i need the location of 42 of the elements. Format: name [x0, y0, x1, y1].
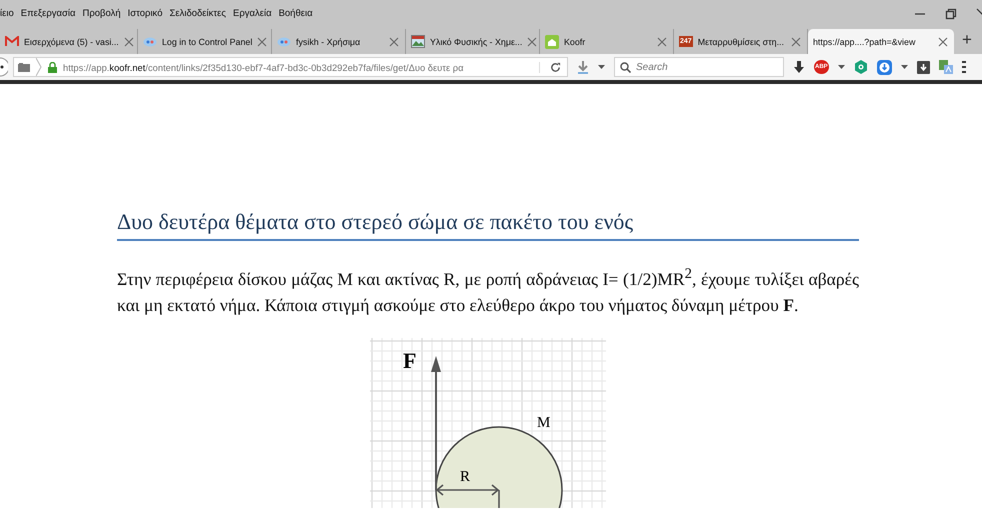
house-icon	[545, 34, 559, 48]
menu-item[interactable]: Εργαλεία	[232, 8, 272, 19]
mail-icon	[5, 36, 19, 47]
close-icon[interactable]	[257, 36, 268, 46]
search-field[interactable]: Search	[614, 57, 784, 77]
dropdown-icon[interactable]	[838, 65, 845, 69]
picture-icon	[411, 35, 425, 48]
bubble-icon	[143, 36, 157, 46]
chevron-icon	[36, 58, 42, 76]
bubble-icon	[277, 36, 291, 46]
translate-icon[interactable]	[938, 60, 953, 74]
eye-icon[interactable]	[854, 60, 868, 74]
address-bar[interactable]: https://app.koofr.net/content/links/2f35d130-ebf7-4af7-bd3c-0b3d292eb7fa/files/get/Δυο δευτε ρα	[13, 57, 568, 77]
download-icon[interactable]	[793, 60, 805, 74]
menu-item[interactable]: Βοήθεια	[278, 8, 313, 19]
reload-icon[interactable]	[539, 62, 561, 72]
menu-item[interactable]: Ιστορικό	[128, 8, 162, 19]
close-icon[interactable]	[527, 36, 538, 46]
disk-diagram-drawing: F M R	[370, 338, 606, 508]
close-icon[interactable]	[657, 36, 667, 46]
close-icon[interactable]	[938, 36, 948, 46]
menu-item[interactable]: ίειο	[0, 8, 14, 19]
restore-icon[interactable]	[945, 8, 957, 20]
close-icon[interactable]	[791, 36, 801, 46]
close-icon[interactable]	[389, 36, 399, 46]
dropdown-icon[interactable]	[598, 65, 605, 69]
menu-icon[interactable]	[962, 61, 966, 73]
paragraph: Στην περιφέρεια δίσκου μάζας Μ και ακτίνας R, με ροπή αδράνειας I= (1/2)MR$^{2}$, έχουμε τυλίξει αβαρές και μη εκτατό νήμα. Κάποια στιγμή ασκούμε στο ελεύθερο άκρο του νήματος δύναμη μέτρου F.	[117, 265, 859, 317]
menu-item[interactable]: Σελιδοδείκτες	[169, 8, 226, 19]
browser-tab[interactable]: https://app....?path=&view	[808, 29, 954, 54]
menu-item[interactable]: Επεξεργασία	[20, 8, 76, 19]
library-icon	[18, 62, 30, 72]
download-icon[interactable]	[916, 60, 930, 74]
back-icon[interactable]	[0, 57, 8, 77]
dropdown-icon[interactable]	[900, 65, 908, 69]
page-heading: Δυο δευτέρα θέματα στο στερεό σώμα σε πακέτο του ενός	[117, 209, 859, 241]
lock-icon	[48, 62, 57, 72]
url-text: https://app.koofr.net/content/links/2f35d130-ebf7-4af7-bd3c-0b3d292eb7fa/files/get/Δυο δευτε ρα	[63, 62, 465, 72]
new-tab-button[interactable]: +	[962, 30, 972, 50]
menu-item[interactable]: Προβολή	[82, 8, 121, 19]
close-icon[interactable]	[124, 36, 134, 46]
download-circle-icon[interactable]	[876, 60, 892, 74]
